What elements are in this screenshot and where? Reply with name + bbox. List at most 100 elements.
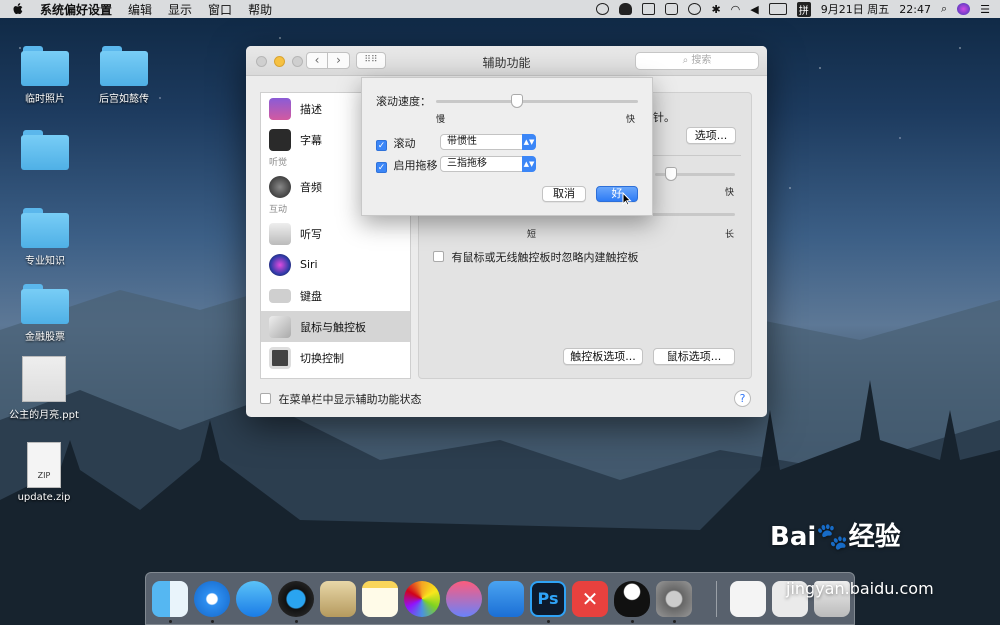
app-store-icon[interactable] [236,581,272,617]
sidebar-item-label: 听写 [300,227,322,241]
documents-stack-icon[interactable] [730,581,766,617]
battery-icon[interactable] [768,3,787,15]
menu-edit[interactable]: 编辑 [128,1,152,18]
ignore-trackpad-label: 有鼠标或无线触控板时忽略内建触控板 [451,251,639,264]
menu-window[interactable]: 窗口 [208,1,232,18]
wifi-icon[interactable]: ◠ [731,3,741,16]
trackpad-options-button[interactable]: 触控板选项... [563,348,643,365]
siri-icon[interactable] [957,3,971,15]
delay-short-label: 短 [527,230,537,240]
status-area: ✱ ◠ ◀ 拼 9月21日 周五 22:47 ⌕ ☰ [596,0,990,18]
running-indicator [211,620,214,623]
desktop-folder[interactable]: 后宫如懿传 [86,46,162,105]
description-icon [269,97,291,120]
input-method-icon[interactable]: 拼 [796,1,811,17]
double-click-speed-thumb[interactable] [665,167,677,181]
spotlight-icon[interactable]: ⌕ [941,2,947,16]
scroll-fast-label: 快 [626,115,636,125]
scroll-speed-slider[interactable] [436,100,638,103]
sidebar-item-label: 切换控制 [300,351,344,365]
speed-fast-label: 快 [725,188,735,198]
menu-view[interactable]: 显示 [168,1,192,18]
menu-help[interactable]: 帮助 [248,1,272,18]
notification-center-icon[interactable]: ☰ [980,3,990,16]
help-button[interactable]: ? [734,390,751,407]
sidebar-item-label: 音频 [300,180,322,194]
photoshop-icon[interactable]: Ps [530,581,566,617]
menu-app-name[interactable]: 系统偏好设置 [40,1,112,18]
sidebar-item-keyboard[interactable]: 键盘 [261,280,410,311]
dock: Ps ✕ [145,572,855,625]
siri-icon [269,253,291,276]
mouse-options-button[interactable]: 鼠标选项... [653,348,735,365]
running-indicator [295,620,298,623]
sidebar-item-label: 字幕 [300,133,322,147]
scroll-speed-thumb[interactable] [510,94,523,108]
running-indicator [673,620,676,623]
stop-icon[interactable] [596,3,610,15]
desktop-file-zip[interactable]: ZIP update.zip [6,442,82,503]
microphone-icon [269,222,291,245]
keynote-icon[interactable] [488,581,524,617]
mouse-cursor-icon [622,192,632,206]
watermark-brand: Bai [770,522,817,552]
volume-icon[interactable]: ◀ [750,3,758,16]
sidebar-item-label: 鼠标与触控板 [300,320,366,334]
divider [653,155,741,156]
drag-option[interactable]: ✓ 启用拖移 [376,157,438,173]
display-icon[interactable] [642,3,656,15]
desktop-folder[interactable]: 临时照片 [7,46,83,105]
options-button[interactable]: 选项... [686,127,736,144]
menubar-time[interactable]: 22:47 [899,3,931,16]
bluetooth-icon[interactable]: ✱ [711,3,720,16]
finder-icon[interactable] [152,581,188,617]
desktop-folder[interactable]: 金融股票 [7,284,83,343]
mail-icon[interactable] [320,581,356,617]
desktop-file-ppt[interactable]: 公主的月亮.ppt [6,356,82,421]
qq-icon[interactable] [619,3,633,15]
notification-icon[interactable] [665,3,679,15]
baidu-watermark: Bai🐾经验 [770,516,901,553]
trackpad-icon [269,315,291,338]
show-status-label: 在菜单栏中显示辅助功能状态 [278,393,422,406]
scroll-inertia-select[interactable]: 带惯性 ▲▼ [440,134,536,150]
ignore-trackpad-option[interactable]: 有鼠标或无线触控板时忽略内建触控板 [433,249,639,265]
search-input[interactable]: ⌕ 搜索 [635,52,759,70]
drag-select-value: 三指拖移 [447,158,487,169]
sidebar-item-mouse-trackpad[interactable]: 鼠标与触控板 [261,311,410,342]
show-status-option[interactable]: 在菜单栏中显示辅助功能状态 [260,391,422,407]
desktop-folder[interactable]: 专业知识 [7,208,83,267]
desktop-icon-label: 公主的月亮.ppt [9,410,79,421]
time-machine-icon[interactable] [688,3,702,15]
cancel-button[interactable]: 取消 [542,186,586,202]
desktop-icon-label: update.zip [17,492,71,503]
scroll-option[interactable]: ✓ 滚动 [376,135,416,151]
running-indicator [169,620,172,623]
desktop-folder[interactable] [7,130,83,174]
drag-checkbox[interactable]: ✓ [376,162,387,173]
show-status-checkbox[interactable] [260,393,271,404]
qq-icon[interactable] [614,581,650,617]
ignore-trackpad-checkbox[interactable] [433,251,444,262]
sidebar-item-switch-control[interactable]: 切换控制 [261,342,410,373]
notes-icon[interactable] [362,581,398,617]
folder-icon [21,208,69,248]
panel-partial-text: 针。 [653,111,675,124]
desktop-icon-label: 临时照片 [25,94,65,105]
sidebar-item-dictation[interactable]: 听写 [261,218,410,249]
desktop-icon-label: 专业知识 [25,256,65,267]
sidebar-item-label: 描述 [300,102,322,116]
photos-icon[interactable] [404,581,440,617]
scroll-checkbox[interactable]: ✓ [376,140,387,151]
menubar-date[interactable]: 9月21日 周五 [821,1,890,17]
apple-menu-icon[interactable] [12,2,24,16]
quicktime-icon[interactable] [278,581,314,617]
system-preferences-icon[interactable] [656,581,692,617]
running-indicator [631,620,634,623]
safari-icon[interactable] [194,581,230,617]
xmind-icon[interactable]: ✕ [572,581,608,617]
itunes-icon[interactable] [446,581,482,617]
drag-style-select[interactable]: 三指拖移 ▲▼ [440,156,536,172]
drag-label: 启用拖移 [393,159,438,172]
sidebar-item-siri[interactable]: Siri [261,249,410,280]
